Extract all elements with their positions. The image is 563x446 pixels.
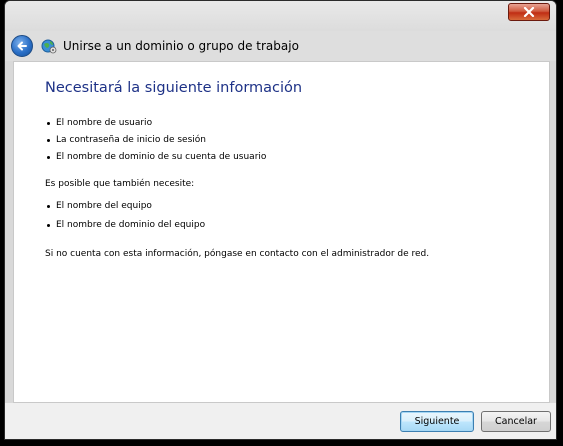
content-panel: Necesitará la siguiente información El n… [13,61,550,403]
next-button[interactable]: Siguiente [400,411,474,432]
bullet-icon [47,223,50,227]
bullet-icon [47,121,50,125]
title-bar[interactable] [5,1,556,31]
window-title: Unirse a un dominio o grupo de trabajo [63,39,299,53]
back-button[interactable] [11,35,33,57]
page-heading: Necesitará la siguiente información [45,80,303,96]
list-item-label: La contraseña de inicio de sesión [56,135,206,145]
list-item: El nombre de dominio de su cuenta de usu… [45,152,266,162]
close-icon [523,7,535,17]
list-item-label: El nombre de usuario [56,118,153,128]
optional-intro-text: Es posible que también necesite: [45,179,195,189]
list-item: El nombre del equipo [45,201,152,211]
dialog-footer: Siguiente Cancelar [5,403,556,439]
back-arrow-icon [17,41,27,51]
list-item: El nombre de dominio del equipo [45,220,205,230]
close-button[interactable] [508,3,550,21]
network-globe-icon [41,39,57,54]
list-item-label: El nombre del equipo [56,201,152,211]
bullet-icon [47,138,50,142]
contact-note: Si no cuenta con esta información, pónga… [45,249,430,259]
dialog-window: Unirse a un dominio o grupo de trabajo N… [4,0,557,440]
bullet-icon [47,204,50,208]
navigation-header: Unirse a un dominio o grupo de trabajo [5,31,556,61]
list-item-label: El nombre de dominio de su cuenta de usu… [56,152,267,162]
cancel-button[interactable]: Cancelar [481,411,551,432]
list-item: La contraseña de inicio de sesión [45,135,206,145]
list-item-label: El nombre de dominio del equipo [56,220,206,230]
list-item: El nombre de usuario [45,118,152,128]
bullet-icon [47,155,50,159]
